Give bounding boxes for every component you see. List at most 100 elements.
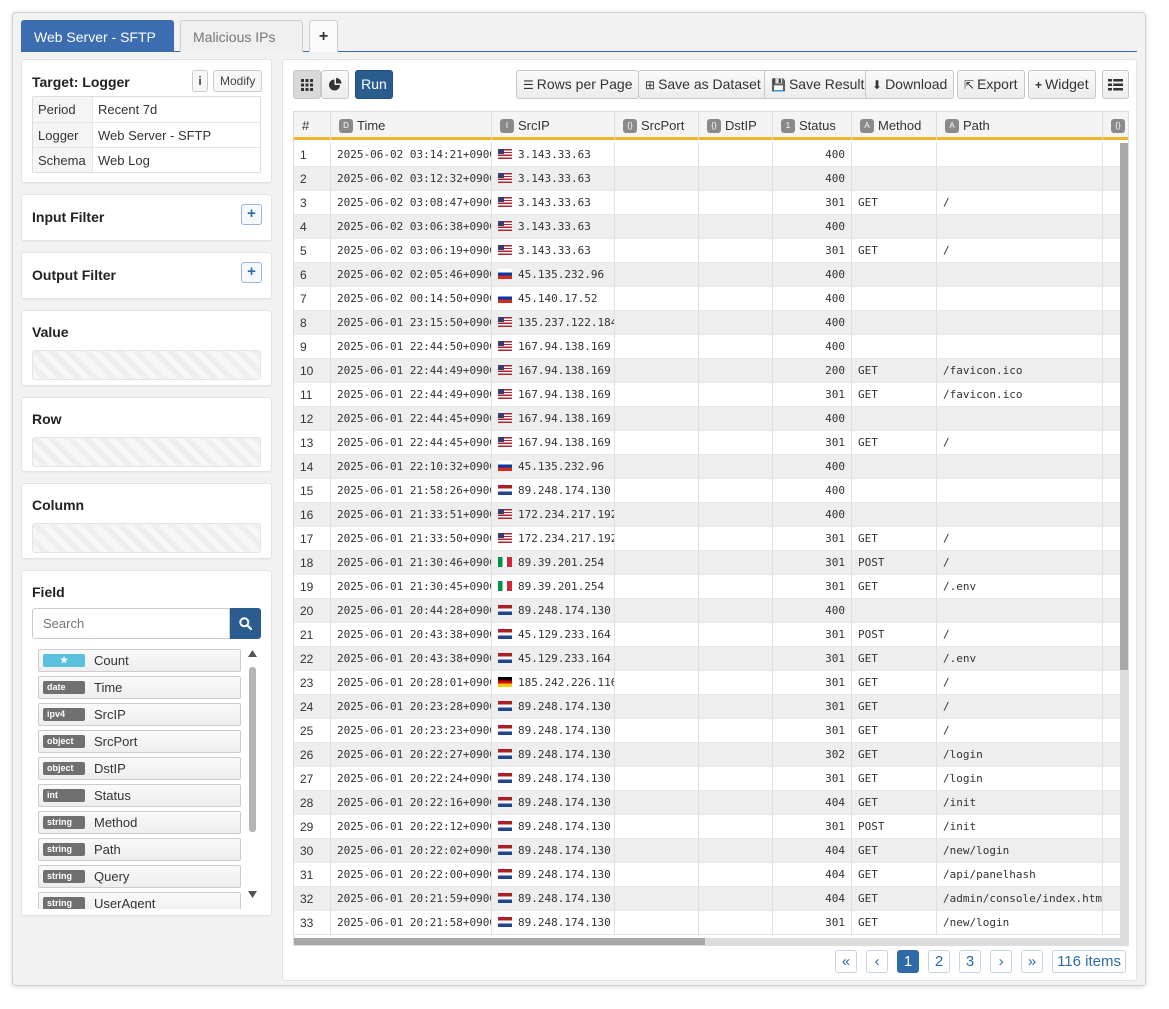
chart-view-button[interactable] bbox=[321, 70, 349, 99]
cell-status[interactable]: 301 bbox=[773, 719, 852, 743]
cell-path[interactable]: / bbox=[937, 239, 1103, 263]
cell-dstip[interactable] bbox=[699, 815, 773, 839]
cell-path[interactable]: / bbox=[937, 623, 1103, 647]
export-button[interactable]: ⇱ Export bbox=[957, 70, 1025, 99]
cell-index[interactable]: 31 bbox=[294, 863, 331, 887]
cell-status[interactable]: 301 bbox=[773, 383, 852, 407]
field-item-useragent[interactable]: string UserAgent bbox=[38, 892, 241, 909]
cell-time[interactable]: 2025-06-02 03:14:21+0900 bbox=[331, 143, 492, 167]
cell-time[interactable]: 2025-06-01 20:23:23+0900 bbox=[331, 719, 492, 743]
cell-srcport[interactable] bbox=[615, 863, 699, 887]
cell-path[interactable] bbox=[937, 479, 1103, 503]
cell-srcport[interactable] bbox=[615, 503, 699, 527]
cell-srcport[interactable] bbox=[615, 671, 699, 695]
cell-time[interactable]: 2025-06-01 20:44:28+0900 bbox=[331, 599, 492, 623]
page-3-button[interactable]: 3 bbox=[959, 950, 982, 973]
cell-time[interactable]: 2025-06-01 20:21:59+0900 bbox=[331, 887, 492, 911]
cell-status[interactable]: 301 bbox=[773, 767, 852, 791]
cell-srcip[interactable]: 3.143.33.63 bbox=[492, 143, 615, 167]
field-list-scrollbar[interactable] bbox=[246, 647, 259, 909]
cell-path[interactable]: /init bbox=[937, 815, 1103, 839]
save-result-button[interactable]: 💾 Save Result bbox=[764, 70, 872, 99]
field-item-dstip[interactable]: object DstIP bbox=[38, 757, 241, 780]
cell-index[interactable]: 30 bbox=[294, 839, 331, 863]
column-header-status[interactable]: 1 Status bbox=[773, 112, 852, 140]
cell-dstip[interactable] bbox=[699, 239, 773, 263]
cell-method[interactable]: GET bbox=[852, 359, 937, 383]
last-page-button[interactable]: » bbox=[1021, 950, 1044, 973]
column-header-path[interactable]: A Path bbox=[937, 112, 1103, 140]
cell-index[interactable]: 22 bbox=[294, 647, 331, 671]
cell-path[interactable] bbox=[937, 503, 1103, 527]
table-row[interactable]: 3 2025-06-02 03:08:47+0900 3.143.33.63 301 G… bbox=[294, 191, 1128, 215]
cell-srcport[interactable] bbox=[615, 599, 699, 623]
column-header-extra[interactable]: {} bbox=[1103, 112, 1128, 140]
column-header-srcip[interactable]: I SrcIP bbox=[492, 112, 615, 140]
cell-index[interactable]: 23 bbox=[294, 671, 331, 695]
cell-dstip[interactable] bbox=[699, 575, 773, 599]
rows-per-page-button[interactable]: ☰ Rows per Page bbox=[516, 70, 640, 99]
cell-time[interactable]: 2025-06-01 23:15:50+0900 bbox=[331, 311, 492, 335]
cell-method[interactable] bbox=[852, 143, 937, 167]
cell-index[interactable]: 2 bbox=[294, 167, 331, 191]
cell-index[interactable]: 6 bbox=[294, 263, 331, 287]
cell-srcport[interactable] bbox=[615, 431, 699, 455]
grid-vertical-scroll-thumb[interactable] bbox=[1120, 143, 1128, 670]
table-row[interactable]: 1 2025-06-02 03:14:21+0900 3.143.33.63 400 bbox=[294, 143, 1128, 167]
cell-srcip[interactable]: 89.248.174.130 bbox=[492, 887, 615, 911]
cell-path[interactable] bbox=[937, 599, 1103, 623]
cell-path[interactable] bbox=[937, 311, 1103, 335]
cell-method[interactable]: GET bbox=[852, 527, 937, 551]
cell-method[interactable]: GET bbox=[852, 575, 937, 599]
field-item-srcport[interactable]: object SrcPort bbox=[38, 730, 241, 753]
cell-status[interactable]: 301 bbox=[773, 527, 852, 551]
cell-index[interactable]: 28 bbox=[294, 791, 331, 815]
cell-srcport[interactable] bbox=[615, 527, 699, 551]
cell-method[interactable] bbox=[852, 167, 937, 191]
cell-index[interactable]: 18 bbox=[294, 551, 331, 575]
cell-path[interactable]: / bbox=[937, 191, 1103, 215]
cell-index[interactable]: 33 bbox=[294, 911, 331, 935]
cell-srcip[interactable]: 3.143.33.63 bbox=[492, 167, 615, 191]
cell-srcip[interactable]: 89.248.174.130 bbox=[492, 599, 615, 623]
cell-index[interactable]: 4 bbox=[294, 215, 331, 239]
cell-method[interactable] bbox=[852, 215, 937, 239]
cell-method[interactable] bbox=[852, 503, 937, 527]
cell-srcip[interactable]: 89.248.174.130 bbox=[492, 815, 615, 839]
cell-srcip[interactable]: 3.143.33.63 bbox=[492, 239, 615, 263]
cell-status[interactable]: 400 bbox=[773, 455, 852, 479]
cell-srcip[interactable]: 167.94.138.169 bbox=[492, 431, 615, 455]
cell-path[interactable]: /favicon.ico bbox=[937, 359, 1103, 383]
cell-time[interactable]: 2025-06-01 20:43:38+0900 bbox=[331, 647, 492, 671]
cell-path[interactable] bbox=[937, 215, 1103, 239]
cell-index[interactable]: 12 bbox=[294, 407, 331, 431]
cell-time[interactable]: 2025-06-01 21:30:45+0900 bbox=[331, 575, 492, 599]
cell-time[interactable]: 2025-06-01 22:44:49+0900 bbox=[331, 383, 492, 407]
cell-index[interactable]: 27 bbox=[294, 767, 331, 791]
cell-path[interactable]: /init bbox=[937, 791, 1103, 815]
cell-srcip[interactable]: 45.135.232.96 bbox=[492, 263, 615, 287]
cell-time[interactable]: 2025-06-01 22:44:45+0900 bbox=[331, 431, 492, 455]
cell-status[interactable]: 301 bbox=[773, 647, 852, 671]
cell-dstip[interactable] bbox=[699, 695, 773, 719]
cell-srcport[interactable] bbox=[615, 767, 699, 791]
field-item-srcip[interactable]: ipv4 SrcIP bbox=[38, 703, 241, 726]
table-row[interactable]: 21 2025-06-01 20:43:38+0900 45.129.233.164… bbox=[294, 623, 1128, 647]
cell-dstip[interactable] bbox=[699, 479, 773, 503]
cell-path[interactable]: / bbox=[937, 527, 1103, 551]
cell-status[interactable]: 301 bbox=[773, 623, 852, 647]
cell-dstip[interactable] bbox=[699, 167, 773, 191]
cell-time[interactable]: 2025-06-01 21:33:51+0900 bbox=[331, 503, 492, 527]
cell-status[interactable]: 301 bbox=[773, 815, 852, 839]
table-row[interactable]: 2 2025-06-02 03:12:32+0900 3.143.33.63 400 bbox=[294, 167, 1128, 191]
cell-method[interactable]: GET bbox=[852, 431, 937, 455]
cell-srcip[interactable]: 89.248.174.130 bbox=[492, 863, 615, 887]
cell-srcport[interactable] bbox=[615, 263, 699, 287]
cell-index[interactable]: 15 bbox=[294, 479, 331, 503]
cell-index[interactable]: 24 bbox=[294, 695, 331, 719]
cell-srcport[interactable] bbox=[615, 191, 699, 215]
cell-path[interactable]: / bbox=[937, 695, 1103, 719]
cell-srcip[interactable]: 3.143.33.63 bbox=[492, 191, 615, 215]
cell-path[interactable]: /.env bbox=[937, 575, 1103, 599]
column-header-method[interactable]: A Method bbox=[852, 112, 937, 140]
